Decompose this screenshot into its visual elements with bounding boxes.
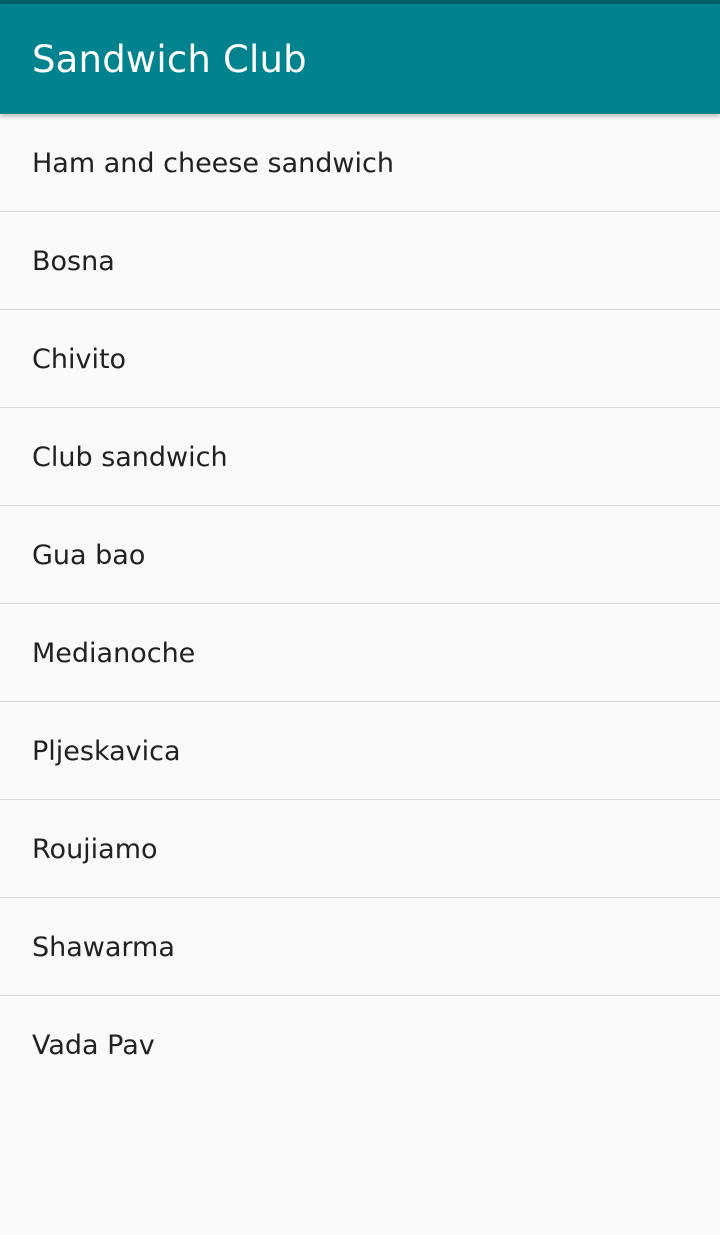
sandwich-list-item[interactable]: Gua bao: [0, 506, 720, 604]
sandwich-list-item[interactable]: Pljeskavica: [0, 702, 720, 800]
sandwich-name: Vada Pav: [32, 1030, 155, 1061]
sandwich-name: Roujiamo: [32, 834, 158, 865]
sandwich-name: Bosna: [32, 246, 115, 277]
sandwich-list-item[interactable]: Medianoche: [0, 604, 720, 702]
sandwich-name: Shawarma: [32, 932, 175, 963]
sandwich-list-item[interactable]: Chivito: [0, 310, 720, 408]
sandwich-list: Ham and cheese sandwich Bosna Chivito Cl…: [0, 114, 720, 1093]
sandwich-list-item[interactable]: Vada Pav: [0, 996, 720, 1093]
sandwich-name: Pljeskavica: [32, 736, 181, 767]
sandwich-name: Medianoche: [32, 638, 196, 669]
app-bar: Sandwich Club: [0, 4, 720, 114]
sandwich-list-item[interactable]: Shawarma: [0, 898, 720, 996]
sandwich-list-item[interactable]: Roujiamo: [0, 800, 720, 898]
sandwich-list-item[interactable]: Club sandwich: [0, 408, 720, 506]
app-screen: Sandwich Club Ham and cheese sandwich Bo…: [0, 0, 720, 1235]
sandwich-list-item[interactable]: Ham and cheese sandwich: [0, 114, 720, 212]
app-title: Sandwich Club: [32, 38, 307, 81]
sandwich-name: Gua bao: [32, 540, 146, 571]
sandwich-name: Chivito: [32, 344, 127, 375]
sandwich-name: Ham and cheese sandwich: [32, 148, 394, 179]
sandwich-name: Club sandwich: [32, 442, 228, 473]
sandwich-list-item[interactable]: Bosna: [0, 212, 720, 310]
